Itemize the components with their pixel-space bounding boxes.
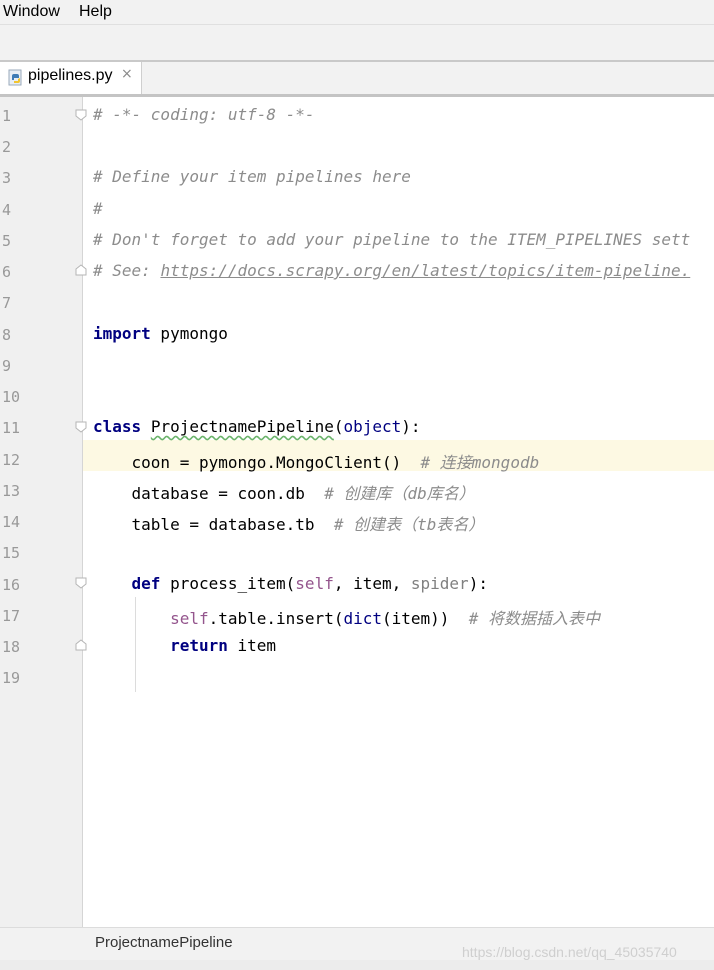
- self-param: self: [295, 574, 334, 593]
- comment: # 将数据插入表中: [468, 609, 600, 628]
- line-number: 18: [2, 638, 21, 656]
- fold-icon[interactable]: [75, 577, 87, 589]
- code-text: item: [227, 636, 277, 655]
- line-number: 8: [2, 326, 12, 344]
- comment: # Don't forget to add your pipeline to t…: [93, 230, 691, 249]
- code-text: ):: [468, 574, 488, 593]
- builtin: dict: [343, 609, 382, 628]
- line-number: 5: [2, 232, 12, 250]
- function-name: process_item(: [160, 574, 296, 593]
- tab-label: pipelines.py: [28, 67, 113, 84]
- menu-bar: Window Help: [0, 0, 714, 25]
- code-line-6: # See: https://docs.scrapy.org/en/latest…: [93, 261, 690, 280]
- fold-end-icon[interactable]: [75, 639, 87, 651]
- comment: # Define your item pipelines here: [93, 167, 411, 186]
- comment: #: [93, 199, 103, 218]
- keyword: class: [93, 417, 142, 436]
- code-line-14: table = database.tb # 创建表（tb表名）: [93, 511, 485, 535]
- class-name: ProjectnamePipeline: [150, 417, 334, 436]
- keyword: import: [93, 324, 151, 343]
- code-line-12: coon = pymongo.MongoClient() # 连接mongodb: [93, 449, 540, 473]
- code-line-17: self.table.insert(dict(item)) # 将数据插入表中: [93, 605, 600, 629]
- comment: # 创建库（db库名）: [324, 484, 475, 503]
- line-number: 2: [2, 138, 12, 156]
- menu-help[interactable]: Help: [79, 3, 112, 21]
- line-number: 3: [2, 169, 12, 187]
- code-line-5: # Don't forget to add your pipeline to t…: [93, 230, 690, 249]
- comment: # 连接mongodb: [420, 453, 540, 472]
- code-line-3: # Define your item pipelines here: [93, 167, 411, 186]
- line-number: 11: [2, 419, 21, 437]
- code-line-1: # -*- coding: utf-8 -*-: [93, 105, 315, 124]
- line-number: 6: [2, 263, 12, 281]
- line-number: 1: [2, 107, 12, 125]
- keyword: def: [131, 574, 161, 593]
- code-text: database = coon.db: [93, 484, 325, 503]
- comment: # -*- coding: utf-8 -*-: [93, 105, 315, 124]
- fold-icon[interactable]: [75, 109, 87, 121]
- code-line-4: #: [93, 199, 103, 218]
- code-text: pymongo: [150, 324, 228, 343]
- breadcrumb-bar: ProjectnamePipeline https://blog.csdn.ne…: [0, 927, 714, 960]
- python-file-icon: [8, 69, 22, 86]
- line-number-gutter: [0, 97, 83, 927]
- line-number: 7: [2, 294, 12, 312]
- code-line-13: database = coon.db # 创建库（db库名）: [93, 480, 475, 504]
- line-number: 14: [2, 513, 21, 531]
- code-text: coon = pymongo.MongoClient(): [93, 453, 421, 472]
- line-number: 12: [2, 451, 21, 469]
- close-icon[interactable]: ×: [121, 66, 133, 82]
- builtin: object: [343, 417, 402, 436]
- comment: # 创建表（tb表名）: [333, 515, 485, 534]
- code-line-8: import pymongo: [93, 324, 228, 343]
- code-line-18: return item: [93, 636, 276, 655]
- code-text: .table.insert(: [208, 609, 344, 628]
- line-number: 4: [2, 201, 12, 219]
- code-text: table = database.tb: [93, 515, 334, 534]
- bottom-strip: [0, 960, 714, 970]
- code-text: (item)): [381, 609, 469, 628]
- toolbar: [0, 25, 714, 62]
- line-number: 19: [2, 669, 21, 687]
- line-number: 13: [2, 482, 21, 500]
- watermark: https://blog.csdn.net/qq_45035740: [462, 944, 677, 960]
- breadcrumb[interactable]: ProjectnamePipeline: [95, 934, 233, 951]
- editor-tab-bar: pipelines.py ×: [0, 62, 714, 97]
- code-line-16: def process_item(self, item, spider):: [93, 574, 488, 593]
- keyword: return: [170, 636, 228, 655]
- comment: # See:: [93, 261, 161, 280]
- line-number: 15: [2, 544, 21, 562]
- code-line-11: class ProjectnamePipeline(object):: [93, 417, 421, 436]
- fold-end-icon[interactable]: [75, 264, 87, 276]
- line-number: 16: [2, 576, 21, 594]
- menu-window[interactable]: Window: [3, 3, 60, 21]
- code-text: , item,: [333, 574, 411, 593]
- code-editor[interactable]: 1 2 3 4 5 6 7 8 9 10 11 12 13 14 15 16 1…: [0, 97, 714, 927]
- unused-param: spider: [410, 574, 469, 593]
- fold-icon[interactable]: [75, 421, 87, 433]
- line-number: 10: [2, 388, 21, 406]
- tab-pipelines-py[interactable]: pipelines.py ×: [0, 62, 142, 94]
- line-number: 17: [2, 607, 21, 625]
- code-text: ):: [401, 417, 421, 436]
- line-number: 9: [2, 357, 12, 375]
- self-ref: self: [170, 609, 209, 628]
- url-link[interactable]: https://docs.scrapy.org/en/latest/topics…: [160, 261, 690, 280]
